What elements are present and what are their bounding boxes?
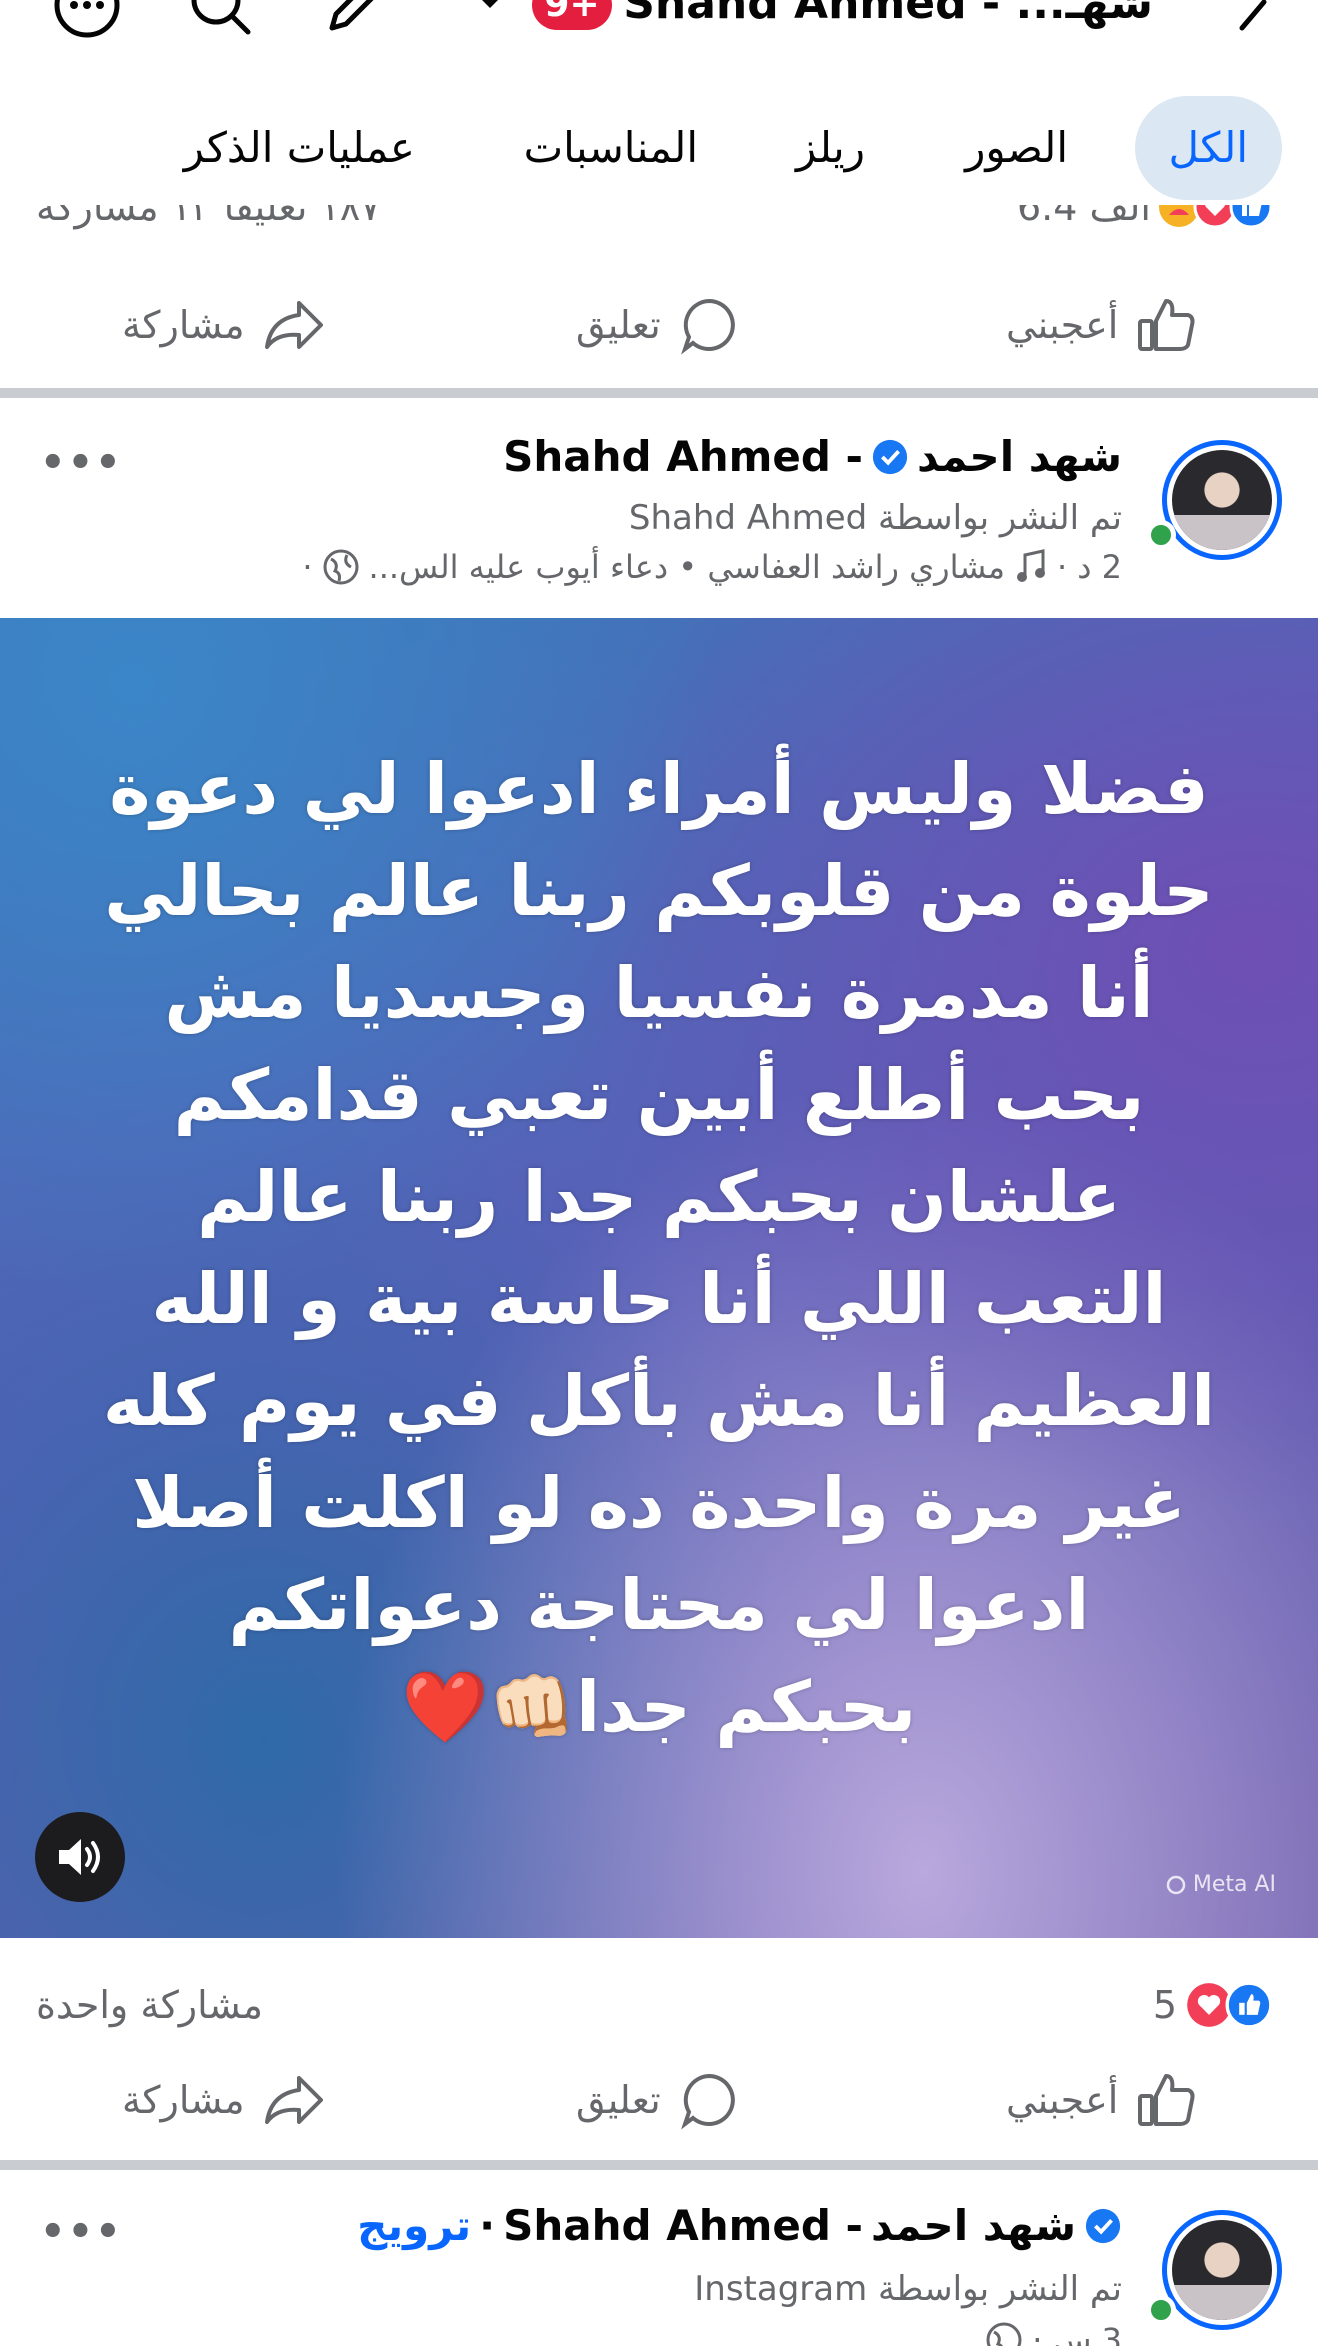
thumbs-up-icon [1138, 2074, 1195, 2126]
share-icon [264, 301, 323, 349]
music-note-icon [1017, 549, 1046, 582]
comment-label: تعليق [576, 2078, 661, 2122]
comment-button[interactable]: تعليق [576, 2045, 739, 2155]
post-time[interactable]: 2 د [1077, 548, 1122, 586]
reactions-summary[interactable]: 6.4 الف [1017, 205, 1273, 237]
author-name-en: Shahd Ahmed - [503, 432, 863, 481]
promote-link[interactable]: ترويج [357, 2201, 471, 2250]
author-name-ar: شهد احمد [871, 2201, 1076, 2250]
author-name-ar: شهد احمد [917, 432, 1122, 481]
verified-badge-icon [1085, 2208, 1121, 2243]
profile-photo [1172, 450, 1272, 550]
avatar[interactable] [1162, 440, 1282, 560]
like-reaction-icon [1229, 205, 1273, 229]
previous-post-stats: ١٨٧ تعليقا ١٣ مشاركة 6.4 الف [0, 205, 1318, 265]
globe-icon [986, 2322, 1022, 2346]
share-button[interactable]: مشاركة [122, 2045, 325, 2155]
verified-badge-icon [872, 439, 908, 474]
share-icon [264, 2076, 323, 2124]
top-bar: 9+ Shahd Ahmed - ...شهـ [0, 0, 1318, 45]
post-divider [0, 2160, 1318, 2170]
reactions-count: 6.4 الف [1017, 205, 1151, 229]
like-label: أعجبني [1006, 2078, 1119, 2122]
previous-post-actions: مشاركة تعليق أعجبني [0, 270, 1318, 380]
post-time[interactable]: 3 س [1052, 2321, 1122, 2346]
sound-button[interactable] [35, 1812, 125, 1902]
share-label: مشاركة [122, 2078, 245, 2122]
meta-ai-label: Meta AI [1165, 1872, 1276, 1897]
filter-tabs: الكل الصور ريلز المناسبات عمليات الذكر [0, 92, 1318, 200]
post-text: فضلا وليس أمراء ادعوا لي دعوة حلوة من قل… [102, 748, 1216, 1748]
comment-icon [680, 2073, 735, 2130]
tab-events[interactable]: المناسبات [524, 96, 698, 200]
post-divider [0, 388, 1318, 398]
tab-photos[interactable]: الصور [965, 96, 1068, 200]
tab-remembrance[interactable]: عمليات الذكر [184, 96, 415, 200]
page-title: Shahd Ahmed - ...شهـ [623, 0, 1153, 29]
post-media[interactable]: فضلا وليس أمراء ادعوا لي دعوة حلوة من قل… [0, 618, 1318, 1938]
next-post-header: ترويج · Shahd Ahmed - شهد احمد تم النشر … [0, 2195, 1318, 2346]
more-circle-icon[interactable] [52, 0, 122, 44]
reactions-count: 5 [1152, 1983, 1177, 2027]
like-label: أعجبني [1006, 303, 1119, 347]
comment-button[interactable]: تعليق [576, 270, 739, 380]
online-status-dot [1146, 2295, 1176, 2325]
globe-icon [323, 549, 359, 585]
like-button[interactable]: أعجبني [1006, 270, 1196, 380]
share-label: مشاركة [122, 303, 245, 347]
post-meta: · مشاري راشد العفاسي • دعاء أيوب عليه ال… [302, 548, 1122, 586]
post-author[interactable]: ترويج · Shahd Ahmed - شهد احمد [357, 2201, 1122, 2250]
profile-photo [1172, 2220, 1272, 2320]
like-reaction-icon [1225, 1981, 1273, 2029]
comment-icon [680, 298, 735, 355]
name-separator: · [479, 2201, 496, 2250]
meta-ai-text: Meta AI [1192, 1872, 1276, 1897]
post-options-button[interactable]: ••• [40, 2209, 123, 2255]
posted-by: تم النشر بواسطة Instagram [694, 2269, 1122, 2309]
speaker-icon [59, 1839, 100, 1875]
share-button[interactable]: مشاركة [122, 270, 325, 380]
tab-all[interactable]: الكل [1134, 96, 1282, 200]
post-stats: مشاركة واحدة 5 [0, 1975, 1318, 2035]
comment-label: تعليق [576, 303, 661, 347]
post-actions: مشاركة تعليق أعجبني [0, 2045, 1318, 2155]
posted-by: تم النشر بواسطة Shahd Ahmed [628, 498, 1122, 538]
comments-shares-count[interactable]: ١٨٧ تعليقا ١٣ مشاركة [36, 205, 381, 237]
tab-reels[interactable]: ريلز [796, 96, 865, 200]
reactions-summary[interactable]: 5 [1153, 1975, 1273, 2035]
like-button[interactable]: أعجبني [1006, 2045, 1196, 2155]
pencil-icon[interactable] [320, 0, 390, 44]
search-icon[interactable] [186, 0, 256, 44]
post-options-button[interactable]: ••• [40, 440, 123, 486]
meta-ai-icon [1166, 1875, 1186, 1894]
avatar[interactable] [1162, 2210, 1282, 2330]
online-status-dot [1146, 520, 1176, 550]
bell-icon[interactable] [470, 0, 510, 44]
notification-badge[interactable]: 9+ [532, 0, 612, 30]
back-chevron-icon[interactable] [1228, 0, 1278, 45]
time-separator: · [1057, 548, 1068, 586]
thumbs-up-icon [1138, 299, 1195, 351]
post-meta: · 3 س [986, 2321, 1122, 2346]
post-header: Shahd Ahmed - شهد احمد تم النشر بواسطة S… [0, 420, 1318, 600]
music-track[interactable]: مشاري راشد العفاسي • دعاء أيوب عليه الس.… [369, 548, 1006, 586]
time-separator: · [1032, 2321, 1043, 2346]
author-name-en: Shahd Ahmed - [503, 2201, 863, 2250]
post-author[interactable]: Shahd Ahmed - شهد احمد [503, 432, 1122, 481]
shares-count[interactable]: مشاركة واحدة [36, 1975, 263, 2035]
audience-separator: · [302, 548, 313, 586]
